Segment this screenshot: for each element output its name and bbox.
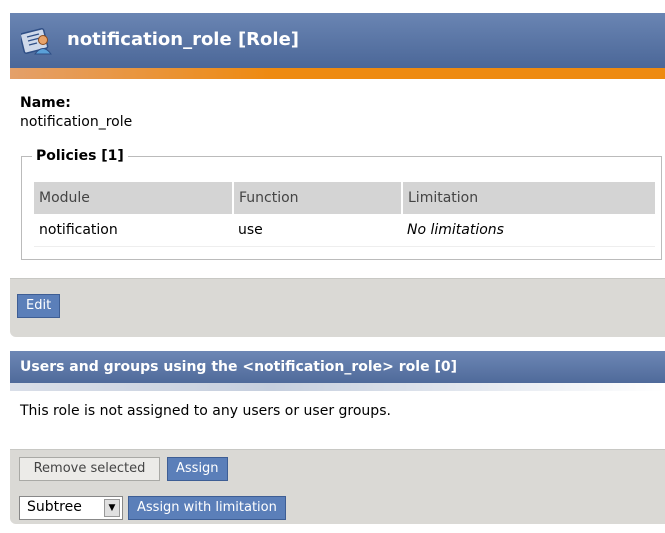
policy-function: use: [233, 214, 402, 247]
column-header-limitation: Limitation: [402, 182, 655, 214]
column-header-module: Module: [34, 182, 234, 214]
role-icon: [19, 27, 53, 55]
edit-button[interactable]: Edit: [17, 294, 61, 318]
assignments-body: This role is not assigned to any users o…: [10, 391, 665, 449]
policy-limitation: No limitations: [402, 214, 655, 247]
table-header-row: Module Function Limitation: [34, 182, 655, 214]
empty-message: This role is not assigned to any users o…: [20, 403, 391, 419]
assignments-header: Users and groups using the <notification…: [10, 351, 665, 383]
role-details: Name: notification_role Policies [1] Mod…: [10, 79, 665, 278]
policy-module: notification: [34, 214, 233, 247]
limitation-select-value: Subtree: [27, 499, 82, 515]
role-controls: Edit: [10, 278, 665, 337]
policies-fieldset: Policies [1] Module Function Limitation …: [21, 148, 662, 260]
policies-table: Module Function Limitation notification …: [34, 182, 655, 247]
table-row: notification use No limitations: [34, 214, 655, 247]
assign-button[interactable]: Assign: [167, 457, 228, 481]
limitation-select[interactable]: Subtree ▼: [19, 496, 123, 520]
column-header-function: Function: [233, 182, 403, 214]
name-label: Name:: [20, 95, 71, 111]
chevron-down-icon[interactable]: ▼: [104, 499, 120, 517]
name-value: notification_role: [20, 114, 133, 130]
role-header: notification_role [Role]: [10, 13, 665, 68]
remove-selected-button[interactable]: Remove selected: [19, 457, 160, 481]
role-panel: notification_role [Role] Name: notificat…: [10, 13, 665, 337]
header-separator: [10, 383, 665, 391]
policies-legend: Policies [1]: [36, 148, 124, 164]
assignments-panel: Users and groups using the <notification…: [10, 351, 665, 524]
page-title: notification_role [Role]: [67, 29, 300, 50]
assignments-controls: Remove selected Assign Subtree ▼ Assign …: [10, 449, 665, 524]
assign-with-limitation-button[interactable]: Assign with limitation: [128, 496, 286, 520]
header-accent-bar: [10, 68, 665, 79]
